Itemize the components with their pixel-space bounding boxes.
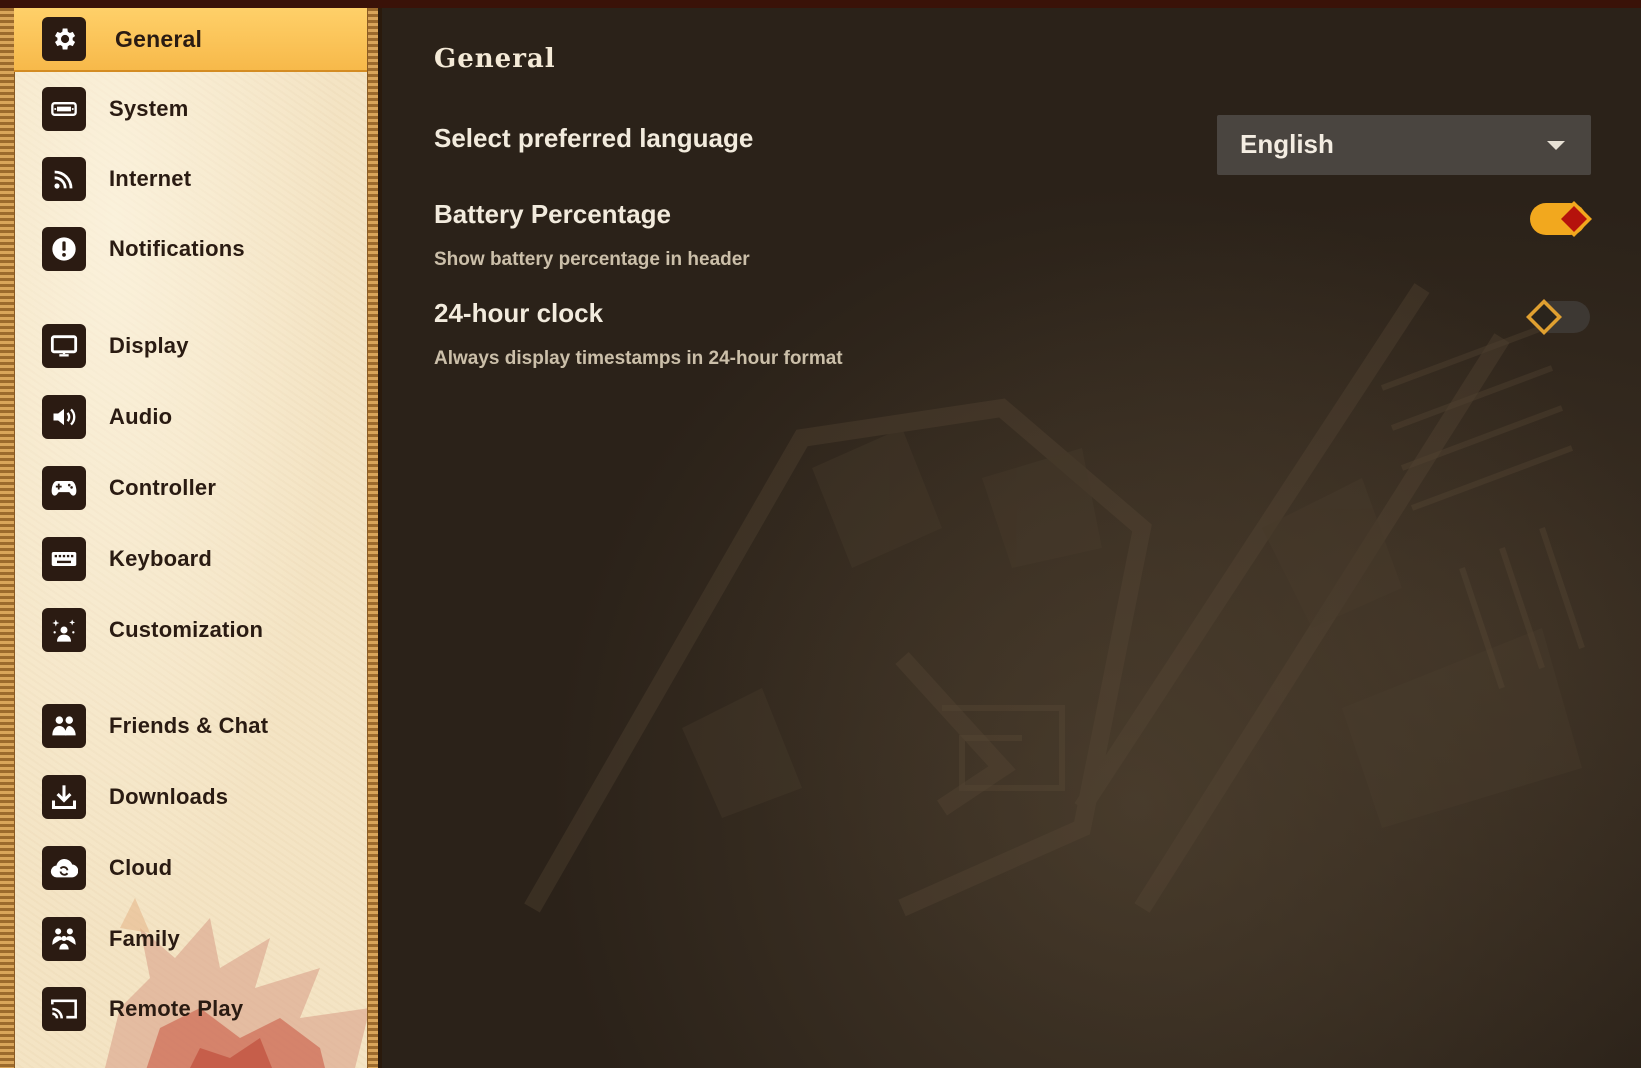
sidebar-item-label: Friends & Chat	[109, 713, 269, 738]
sidebar-left-border	[0, 8, 15, 1068]
sidebar-item-label: Audio	[109, 404, 173, 429]
sidebar-right-border	[367, 8, 382, 1068]
sparkle-person-icon	[42, 608, 86, 652]
sidebar-item-label: Notifications	[109, 236, 245, 261]
sidebar-item-system[interactable]: System	[14, 78, 368, 140]
battery-label: Battery Percentage	[434, 199, 671, 229]
download-icon	[42, 775, 86, 819]
language-select-value: English	[1240, 129, 1334, 159]
alert-icon	[42, 227, 86, 271]
sidebar-item-downloads[interactable]: Downloads	[14, 766, 368, 828]
sidebar-item-label: Keyboard	[109, 546, 213, 571]
page-title: General	[434, 44, 556, 74]
speaker-icon	[42, 395, 86, 439]
sidebar-item-keyboard[interactable]: Keyboard	[14, 528, 368, 590]
sidebar-item-label: General	[115, 26, 203, 52]
sidebar-item-label: Customization	[109, 617, 264, 642]
battery-description: Show battery percentage in header	[434, 249, 750, 270]
clock-description: Always display timestamps in 24-hour for…	[434, 348, 843, 369]
sidebar-item-label: Internet	[109, 166, 192, 191]
top-border-strip	[0, 0, 1641, 8]
gear-icon	[42, 17, 86, 61]
diamond-thumb-icon	[1556, 201, 1592, 237]
people-icon	[42, 704, 86, 748]
family-icon	[42, 917, 86, 961]
sidebar-item-display[interactable]: Display	[14, 315, 368, 377]
sidebar-item-controller[interactable]: Controller	[14, 457, 368, 519]
settings-sidebar: General System Internet Notifications Di…	[0, 8, 382, 1068]
sidebar-item-label: System	[109, 96, 189, 121]
sidebar-item-internet[interactable]: Internet	[14, 148, 368, 210]
sidebar-item-label: Display	[109, 333, 189, 358]
sidebar-item-cloud[interactable]: Cloud	[14, 837, 368, 899]
sidebar-item-audio[interactable]: Audio	[14, 386, 368, 448]
wifi-icon	[42, 157, 86, 201]
sidebar-item-label: Family	[109, 926, 180, 951]
sidebar-item-remote-play[interactable]: Remote Play	[14, 978, 368, 1040]
cast-icon	[42, 987, 86, 1031]
language-label: Select preferred language	[434, 123, 754, 153]
sidebar-item-family[interactable]: Family	[14, 908, 368, 970]
clock-label: 24-hour clock	[434, 298, 604, 328]
clock-toggle[interactable]	[1526, 299, 1590, 335]
gamepad-icon	[42, 466, 86, 510]
battery-toggle[interactable]	[1530, 201, 1592, 237]
sidebar-item-label: Cloud	[109, 855, 173, 880]
sidebar-item-label: Remote Play	[109, 996, 244, 1021]
sidebar-item-notifications[interactable]: Notifications	[14, 218, 368, 280]
diamond-thumb-icon	[1526, 299, 1562, 335]
sidebar-item-label: Downloads	[109, 784, 229, 809]
chevron-down-icon	[1547, 141, 1565, 150]
sidebar-item-general[interactable]: General	[14, 8, 368, 72]
settings-main-panel: General Select preferred language Englis…	[382, 8, 1641, 1068]
console-icon	[42, 87, 86, 131]
cloud-sync-icon	[42, 846, 86, 890]
sidebar-item-friends-chat[interactable]: Friends & Chat	[14, 695, 368, 757]
keyboard-icon	[42, 537, 86, 581]
sidebar-item-customization[interactable]: Customization	[14, 599, 368, 661]
language-select[interactable]: English	[1217, 115, 1591, 175]
monitor-icon	[42, 324, 86, 368]
sidebar-item-label: Controller	[109, 475, 217, 500]
